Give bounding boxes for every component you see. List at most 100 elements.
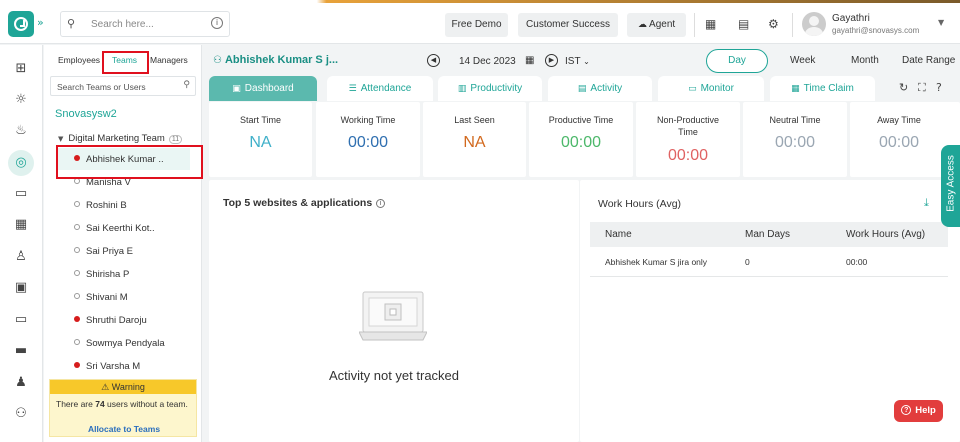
list-item[interactable]: Sri Varsha M [74,360,140,374]
stat-productive-time: Productive Time 00:00 [529,102,633,177]
tab-label: Monitor [700,83,734,94]
col-man-days: Man Days [745,229,791,240]
col-work-hours: Work Hours (Avg) [846,229,926,240]
tab-label: Productivity [470,83,523,94]
timesheet-target-icon[interactable]: ◎ [13,155,29,171]
report-icon[interactable]: ▤ [738,17,749,31]
calendar-icon: ▦ [791,84,800,94]
warning-header: ⚠ Warning [50,380,196,394]
org-name[interactable]: Snovasysw2 [55,108,117,120]
tab-monitor[interactable]: ▭ Monitor [658,76,764,101]
member-name: Shruthi Daroju [86,315,147,326]
status-dot [74,178,80,185]
monitor-icon[interactable]: ▭ [13,312,29,328]
team-search-placeholder: Search Teams or Users [57,82,146,92]
status-dot [74,270,80,277]
status-dot [74,201,80,208]
tab-attendance[interactable]: ☰ Attendance [327,76,433,101]
list-item[interactable]: Sai Keerthi Kot.. [74,222,155,236]
calendar-icon[interactable]: ▦ [525,55,534,66]
stat-label: Neutral Time [769,115,821,125]
easy-access-tab[interactable]: Easy Access [941,145,960,227]
customer-success-button[interactable]: Customer Success [518,13,618,37]
expand-menu-icon[interactable]: » [37,16,44,29]
timezone-select[interactable]: IST ⌄ [565,56,590,67]
chevron-down-icon: ⌄ [583,57,590,66]
list-item[interactable]: Shruthi Daroju [74,314,147,328]
bulb-icon[interactable]: ☼ [13,92,29,108]
list-item[interactable]: Sai Priya E [74,245,133,259]
org-chart-icon[interactable]: ⚇ [13,406,29,422]
user-icon[interactable]: ♙ [13,249,29,265]
member-name: Shirisha P [86,269,130,280]
status-dot [74,362,80,369]
dashboard-grid-icon[interactable]: ⊞ [13,61,29,77]
global-search-input[interactable]: ⚲ Search here... i [60,11,230,37]
settings-gear-icon[interactable]: ⚙ [768,17,779,31]
free-demo-button[interactable]: Free Demo [445,13,508,37]
tab-dashboard[interactable]: ▣ Dashboard [209,76,317,101]
warning-text-post: users without a team. [104,399,188,409]
list-item[interactable]: Roshini B [74,199,127,213]
tab-productivity[interactable]: ▥ Productivity [438,76,542,101]
help-circle-icon: ? [901,405,912,416]
prev-date-icon[interactable]: ◀ [427,54,440,67]
caret-down-icon[interactable]: ▼ [58,135,63,143]
user-email: gayathri@snovasys.com [832,26,920,35]
stat-neutral-time: Neutral Time 00:00 [743,102,847,177]
tab-managers[interactable]: Managers [150,55,188,65]
download-icon[interactable]: ⤓ [924,196,929,210]
stat-value: 00:00 [560,134,602,151]
refresh-icon[interactable]: ↻ [899,81,908,94]
users-icon[interactable]: ♟ [13,375,29,391]
unassigned-count: 74 [95,399,105,409]
briefcase-icon[interactable]: ▣ [13,280,29,296]
list-item[interactable]: Shirisha P [74,268,129,282]
app-logo[interactable] [8,11,34,37]
period-date-range[interactable]: Date Range [902,55,955,66]
team-search-input[interactable]: Search Teams or Users ⚲ [50,76,196,96]
dashboard-icon: ▣ [232,84,241,94]
member-name: Sai Priya E [86,246,133,257]
help-button[interactable]: ? Help [894,400,943,422]
next-date-icon[interactable]: ▶ [545,54,558,67]
allocate-to-teams-link[interactable]: Allocate to Teams [50,424,198,434]
alarm-icon[interactable]: ♨ [13,123,29,139]
list-item[interactable]: Sowmya Pendyala [74,337,165,351]
calendar-icon[interactable]: ▦ [13,217,29,233]
chevron-down-icon[interactable]: ▼ [938,18,944,27]
stat-start-time: Start Time NA [209,102,312,177]
agent-button[interactable]: ☁ Agent [627,13,686,37]
avatar[interactable] [802,12,826,36]
employee-selector[interactable]: ⚇ Abhishek Kumar S j... [213,54,338,66]
table-header: Name Man Days Work Hours (Avg) [590,222,948,247]
team-row[interactable]: ▼ Digital Marketing Team 11 [58,133,183,144]
list-item[interactable]: Shivani M [74,291,128,305]
selected-date[interactable]: 14 Dec 2023 [459,56,516,67]
info-icon[interactable]: i [211,17,223,29]
store-icon[interactable]: ▦ [705,17,716,31]
tab-time-claim[interactable]: ▦ Time Claim [770,76,875,101]
status-dot [74,316,80,323]
card-icon[interactable]: ▬ [13,343,29,359]
monitor-icon: ▭ [688,84,697,94]
info-icon[interactable]: i [376,198,386,208]
member-name: Shivani M [86,292,128,303]
stat-label: Non-Productive Time [656,115,720,137]
period-day[interactable]: Day [706,49,768,73]
tv-icon[interactable]: ▭ [13,186,29,202]
fullscreen-icon[interactable]: ⛶ [918,81,926,95]
tab-employees[interactable]: Employees [58,55,100,65]
user-name[interactable]: Gayathri [832,13,870,24]
member-name: Sowmya Pendyala [86,338,165,349]
help-circle-icon[interactable]: ? [936,81,942,94]
period-month[interactable]: Month [851,55,879,66]
search-icon: ⚲ [67,17,76,30]
stat-label: Working Time [340,115,396,125]
top-header: » ⚲ Search here... i Free Demo Customer … [0,3,960,44]
tab-activity[interactable]: ▤ Activity [548,76,652,101]
period-week[interactable]: Week [790,55,815,66]
users-icon: ⚇ [213,55,222,66]
divider [694,13,695,37]
tab-label: Time Claim [803,83,854,94]
